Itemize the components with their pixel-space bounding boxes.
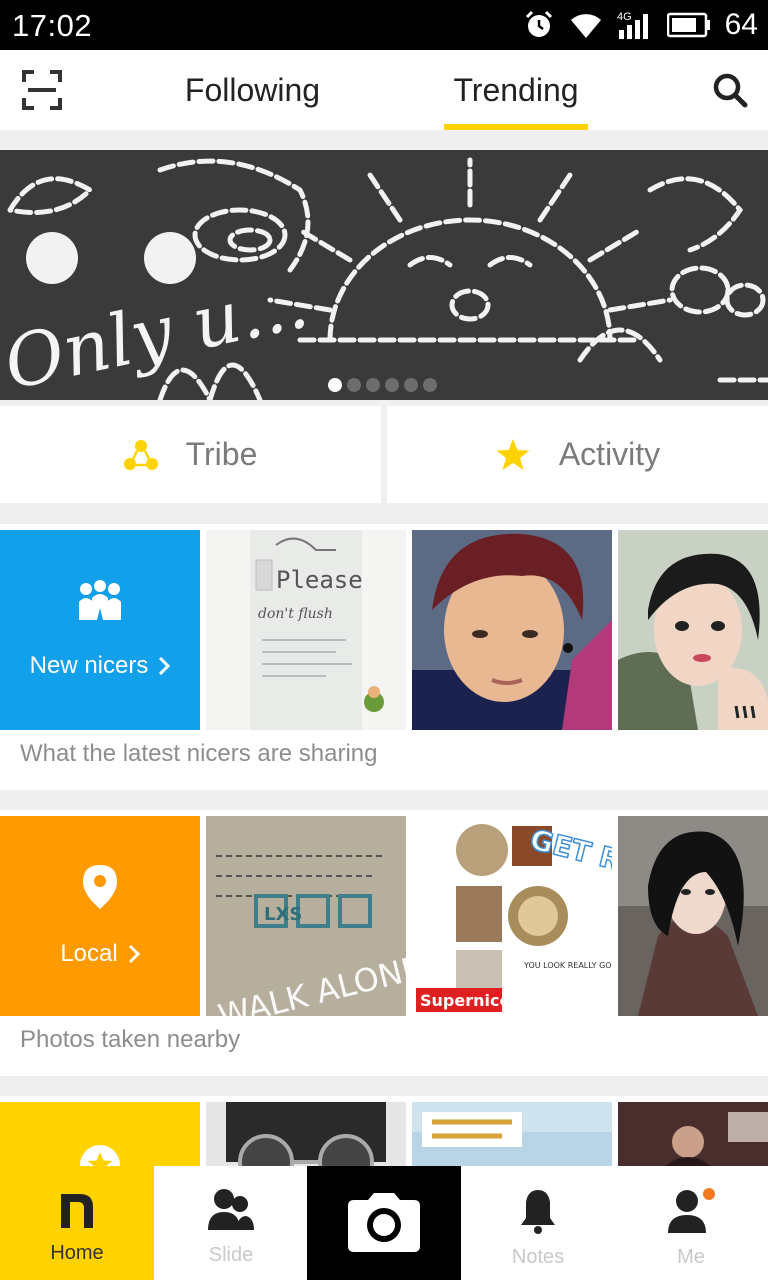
alarm-icon [525, 10, 552, 37]
star-icon [496, 438, 530, 470]
chevron-right-icon [159, 656, 171, 676]
activity-label: Activity [558, 436, 661, 472]
nav-camera[interactable] [307, 1166, 461, 1280]
tab-following[interactable]: Following [160, 50, 345, 130]
bell-icon [521, 1190, 555, 1234]
tribe-icon [123, 439, 158, 470]
battery-level: 64 [724, 8, 758, 41]
people-icon [208, 1189, 254, 1230]
portrait-photo-girl-outdoor [618, 816, 768, 1016]
nav-me[interactable]: Me [614, 1166, 768, 1280]
carousel-pagination [328, 378, 437, 392]
new-nicers-caption: What the latest nicers are sharing [20, 740, 378, 767]
new-nicers-tile[interactable]: New nicers [0, 530, 200, 730]
walk-alone-photo: LXS WALK ALONE [206, 816, 406, 1016]
nav-notes[interactable]: Notes [461, 1166, 615, 1280]
nav-home-label: Home [50, 1242, 104, 1264]
nav-slide-label: Slide [208, 1244, 254, 1266]
camera-icon [348, 1193, 420, 1252]
thumb-text-compliment: YOU LOOK REALLY GOOD TODAY [523, 961, 612, 970]
photo-thumbnail[interactable] [618, 530, 768, 730]
people-icon [79, 580, 121, 620]
home-n-icon [61, 1194, 93, 1228]
carousel-dot[interactable] [385, 378, 399, 392]
new-nicers-label: New nicers [29, 652, 149, 679]
chevron-right-icon [128, 944, 140, 964]
banner-chalk-drawing: Only u... [0, 150, 768, 400]
location-pin-icon [83, 865, 117, 909]
new-nicers-section: New nicers Please don't flush What the l… [0, 524, 768, 790]
photo-thumbnail[interactable]: LXS WALK ALONE [206, 816, 406, 1016]
photo-thumbnail[interactable] [618, 816, 768, 1016]
carousel-dot[interactable] [347, 378, 361, 392]
nav-notes-label: Notes [511, 1246, 565, 1268]
nav-home[interactable]: Home [0, 1166, 154, 1280]
local-label-row: Local [60, 940, 140, 968]
status-time: 17:02 [12, 8, 93, 43]
person-icon [668, 1188, 715, 1233]
local-section: Local LXS WALK ALONE GET READY YOU LOOK … [0, 810, 768, 1076]
status-bar: 17:02 4G 64 [0, 0, 768, 50]
thumb-text-please: Please [276, 566, 363, 594]
photo-thumbnail[interactable]: GET READY YOU LOOK REALLY GOOD TODAY Sup… [412, 816, 612, 1016]
bottom-nav: Home Slide Notes Me [0, 1166, 768, 1280]
photo-thumbnail[interactable]: Please don't flush [206, 530, 406, 730]
battery-icon [666, 12, 710, 38]
tab-trending[interactable]: Trending [430, 50, 602, 130]
local-tile[interactable]: Local [0, 816, 200, 1016]
tribe-button[interactable]: Tribe [0, 406, 381, 503]
wifi-icon [570, 14, 601, 38]
please-note-photo: Please don't flush [206, 530, 406, 730]
app-root: 17:02 4G 64 Following Trending Only u...… [0, 0, 768, 1280]
carousel-dot[interactable] [404, 378, 418, 392]
quick-actions: Tribe Activity [0, 406, 768, 503]
notification-badge [703, 1188, 715, 1200]
thumb-text-supernice: Supernice [420, 991, 510, 1010]
tribe-label: Tribe [185, 436, 258, 472]
thumb-text-lxs: LXS [264, 904, 302, 925]
carousel-dot[interactable] [328, 378, 342, 392]
new-nicers-label-row: New nicers [30, 652, 171, 680]
photo-thumbnail[interactable] [412, 530, 612, 730]
activity-button[interactable]: Activity [387, 406, 768, 503]
local-label: Local [60, 940, 118, 967]
active-tab-indicator [444, 124, 588, 130]
signal-icon: 4G [617, 11, 648, 39]
thumb-text-flush: don't flush [258, 606, 333, 622]
search-icon[interactable] [712, 72, 748, 108]
status-icons: 4G 64 [523, 7, 758, 43]
nav-slide[interactable]: Slide [154, 1166, 308, 1280]
banner-carousel[interactable]: Only u... [0, 150, 768, 400]
carousel-dot[interactable] [366, 378, 380, 392]
local-caption: Photos taken nearby [20, 1026, 241, 1053]
portrait-photo-boy [412, 530, 612, 730]
network-label: 4G [617, 11, 632, 23]
get-ready-collage: GET READY YOU LOOK REALLY GOOD TODAY Sup… [412, 816, 612, 1016]
top-nav: Following Trending [0, 50, 768, 130]
carousel-dot[interactable] [423, 378, 437, 392]
portrait-photo-girl [618, 530, 768, 730]
nav-me-label: Me [677, 1246, 705, 1268]
scan-icon[interactable] [22, 70, 62, 110]
